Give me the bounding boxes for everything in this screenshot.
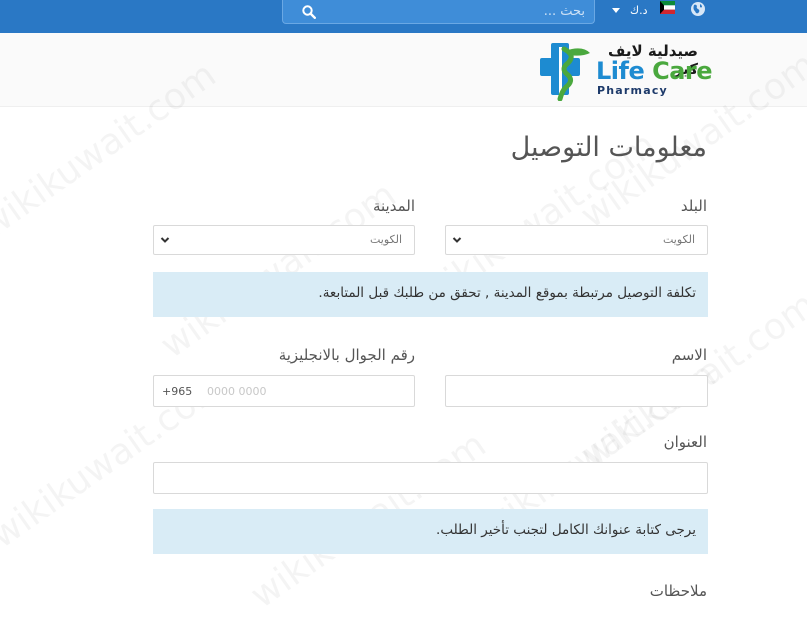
logo-pharmacy-text: Pharmacy bbox=[597, 84, 668, 97]
watermark: wikikuwait.com bbox=[153, 174, 403, 366]
search-box bbox=[282, 0, 595, 24]
phone-country-code: +965 bbox=[162, 385, 193, 398]
delivery-cost-note: تكلفة التوصيل مرتبطة بموقع المدينة , تحق… bbox=[153, 272, 708, 317]
address-label: العنوان bbox=[663, 433, 707, 451]
name-label: الاسم bbox=[671, 346, 707, 364]
logo-life: Life bbox=[596, 57, 645, 85]
city-select-value: الكويت bbox=[369, 233, 402, 246]
notes-label: ملاحظات bbox=[649, 582, 707, 600]
address-input[interactable] bbox=[153, 462, 708, 494]
top-bar: د.ك bbox=[0, 0, 807, 33]
phone-placeholder: 0000 0000 bbox=[207, 385, 267, 398]
currency-label: د.ك bbox=[630, 3, 648, 17]
search-icon bbox=[302, 4, 316, 19]
address-note: يرجى كتابة عنوانك الكامل لتجنب تأخير الط… bbox=[153, 509, 708, 554]
chevron-down-icon bbox=[452, 237, 462, 243]
phone-input[interactable]: +965 0000 0000 bbox=[153, 375, 415, 407]
kuwait-flag-icon[interactable] bbox=[660, 1, 675, 14]
logo-english-text: Life Care bbox=[596, 57, 713, 85]
name-input[interactable] bbox=[445, 375, 708, 407]
country-label: البلد bbox=[680, 197, 707, 215]
page-title: معلومات التوصيل bbox=[510, 132, 707, 163]
country-select-value: الكويت bbox=[662, 233, 695, 246]
country-select[interactable]: الكويت bbox=[445, 225, 708, 255]
caret-down-icon bbox=[612, 7, 620, 13]
logo-care: Care bbox=[652, 57, 713, 85]
chevron-down-icon bbox=[160, 237, 170, 243]
city-label: المدينة bbox=[372, 197, 415, 215]
currency-selector[interactable]: د.ك bbox=[612, 3, 647, 17]
search-button[interactable] bbox=[283, 0, 335, 23]
search-input[interactable] bbox=[335, 0, 591, 23]
globe-icon[interactable] bbox=[690, 1, 706, 17]
city-select[interactable]: الكويت bbox=[153, 225, 415, 255]
phone-label: رقم الجوال بالانجليزية bbox=[278, 346, 415, 364]
